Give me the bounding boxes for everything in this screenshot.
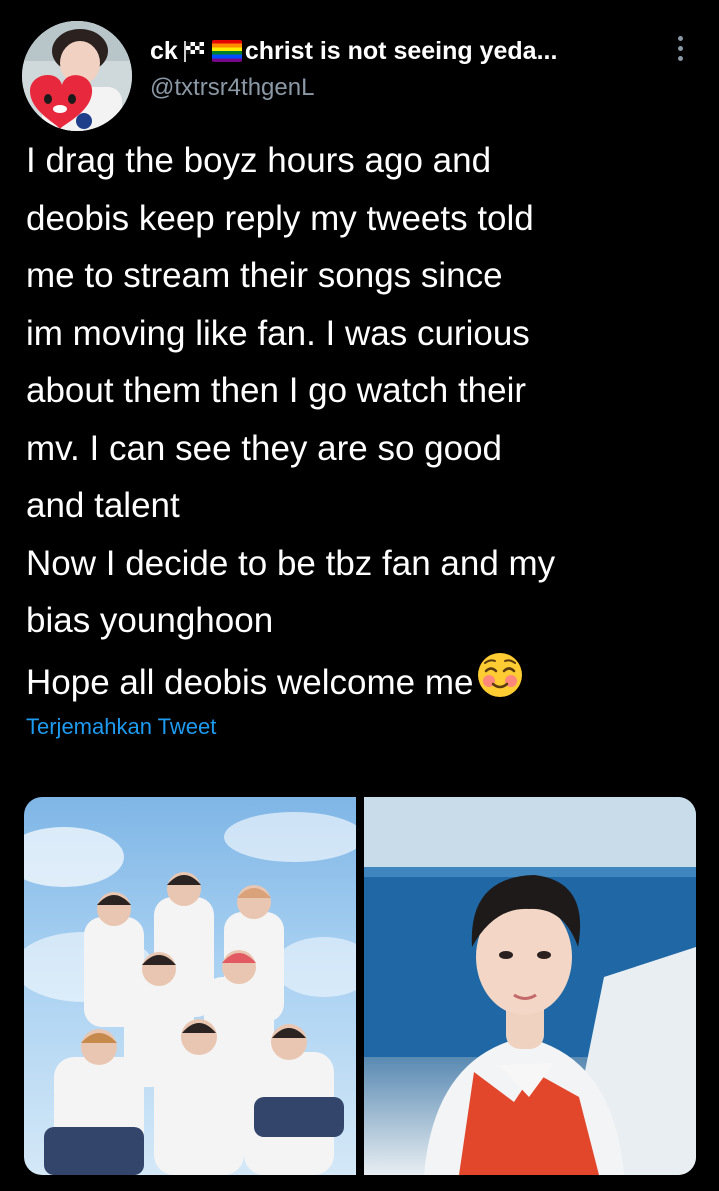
user-handle[interactable]: @txtrsr4thgenL bbox=[150, 74, 690, 104]
tweet-text-line: I drag the boyz hours ago and bbox=[26, 141, 492, 180]
translate-tweet-link[interactable]: Terjemahkan Tweet bbox=[26, 714, 216, 740]
tweet-header: ck christ is not seeing yeda... @txtrsr4… bbox=[150, 32, 690, 104]
avatar[interactable] bbox=[22, 21, 132, 131]
tweet[interactable]: ck christ is not seeing yeda... @txtrsr4… bbox=[0, 0, 719, 1191]
tweet-text-line: Hope all deobis welcome me bbox=[26, 662, 474, 702]
smiling-blush-emoji-icon bbox=[475, 650, 525, 700]
tweet-text-line: deobis keep reply my tweets told bbox=[26, 198, 534, 238]
display-name[interactable]: ck bbox=[150, 37, 178, 66]
tweet-photo-portrait[interactable] bbox=[364, 797, 696, 1175]
avatar-image bbox=[22, 21, 132, 131]
rainbow-flag-icon bbox=[211, 40, 242, 62]
tweet-text-line: mv. I can see they are so good bbox=[26, 428, 503, 468]
more-vertical-icon[interactable] bbox=[672, 36, 688, 68]
tweet-text-line: im moving like fan. I was curious bbox=[26, 313, 530, 353]
tweet-photo-group[interactable] bbox=[24, 797, 356, 1175]
checkered-flag-icon bbox=[182, 40, 206, 62]
group-photo bbox=[24, 812, 356, 1175]
tweet-text-last-line: Hope all deobis welcome me bbox=[26, 650, 706, 712]
tweet-text-line: Now I decide to be tbz fan and my bbox=[26, 543, 556, 583]
display-name-row[interactable]: ck christ is not seeing yeda... bbox=[150, 32, 690, 70]
tweet-text-line: me to stream their songs since bbox=[26, 256, 503, 295]
tweet-text-line: bias younghoon bbox=[26, 601, 274, 640]
tweet-text: I drag the boyz hours ago and deobis keep… bbox=[26, 132, 706, 711]
tweet-text-line: about them then I go watch their bbox=[26, 371, 527, 410]
tweet-text-line: and talent bbox=[26, 486, 180, 525]
portrait-photo bbox=[364, 797, 696, 1175]
display-name-suffix[interactable]: christ is not seeing yeda... bbox=[245, 37, 558, 66]
